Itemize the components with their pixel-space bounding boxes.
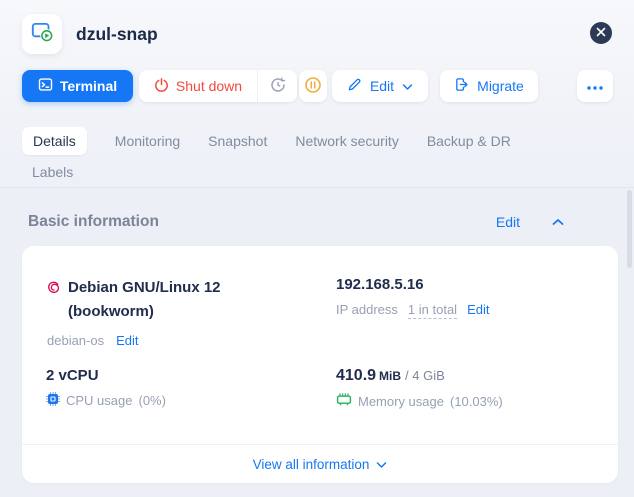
terminal-button-label: Terminal xyxy=(60,78,117,94)
os-image-id: debian-os xyxy=(47,333,104,348)
tab-monitoring[interactable]: Monitoring xyxy=(115,127,180,155)
ip-address-value: 192.168.5.16 xyxy=(336,276,489,293)
close-icon xyxy=(596,24,606,42)
restore-icon xyxy=(270,77,286,96)
ip-address-label: IP address xyxy=(336,302,398,317)
more-actions-button[interactable] xyxy=(577,70,613,102)
os-name-line2: (bookworm) xyxy=(68,300,221,324)
tab-row-1: Details Monitoring Snapshot Network secu… xyxy=(22,127,612,155)
tab-network-security[interactable]: Network security xyxy=(295,127,398,155)
chevron-up-icon xyxy=(552,213,564,231)
cpu-info: 2 vCPU CPU usage (0%) xyxy=(46,367,166,409)
memory-value: 410.9 MiB / 4 GiB xyxy=(336,367,503,385)
pencil-icon xyxy=(347,77,362,95)
ip-info: 192.168.5.16 IP address 1 in total Edit xyxy=(336,276,489,319)
pause-circle-icon xyxy=(304,76,322,97)
shutdown-button[interactable]: Shut down xyxy=(139,70,257,102)
memory-total: / 4 GiB xyxy=(405,368,445,383)
power-icon xyxy=(154,77,169,95)
page-title: dzul-snap xyxy=(76,24,158,45)
basic-information-card: Debian GNU/Linux 12 (bookworm) debian-os… xyxy=(22,246,618,483)
suspend-button[interactable] xyxy=(299,70,327,102)
vm-display-play-icon xyxy=(29,19,55,50)
ip-edit-link[interactable]: Edit xyxy=(467,302,489,317)
tab-row-2: Labels xyxy=(22,158,612,186)
cpu-usage-percent: (0%) xyxy=(138,393,165,408)
terminal-button[interactable]: Terminal xyxy=(22,70,133,102)
restore-button[interactable] xyxy=(258,70,297,102)
tab-bar: Details Monitoring Snapshot Network secu… xyxy=(22,127,612,189)
edit-dropdown-button[interactable]: Edit xyxy=(332,70,428,102)
memory-used: 410.9 xyxy=(336,367,376,385)
close-button[interactable] xyxy=(590,22,612,44)
chevron-down-icon xyxy=(402,78,413,94)
toolbar: Terminal Shut down xyxy=(0,70,634,102)
memory-used-unit: MiB xyxy=(379,369,401,383)
cpu-value: 2 vCPU xyxy=(46,367,166,384)
os-name: Debian GNU/Linux 12 (bookworm) xyxy=(68,276,221,324)
tab-backup-dr[interactable]: Backup & DR xyxy=(427,127,511,155)
view-all-information-button[interactable]: View all information xyxy=(22,445,618,483)
basic-information-header: Basic information Edit xyxy=(28,210,590,234)
edit-button-label: Edit xyxy=(370,78,394,94)
ellipsis-icon xyxy=(586,78,604,94)
ip-total-hint[interactable]: 1 in total xyxy=(408,302,457,319)
power-button-group: Shut down xyxy=(139,70,297,102)
chevron-down-icon xyxy=(376,457,387,472)
scrollbar-thumb[interactable] xyxy=(627,190,632,268)
export-arrow-icon xyxy=(454,77,469,95)
os-edit-link[interactable]: Edit xyxy=(116,333,138,348)
shutdown-button-label: Shut down xyxy=(176,78,242,94)
tab-details[interactable]: Details xyxy=(22,127,87,155)
os-info: Debian GNU/Linux 12 (bookworm) debian-os… xyxy=(46,276,316,348)
debian-swirl-icon xyxy=(46,280,61,324)
panel-header: dzul-snap Terminal xyxy=(0,0,634,188)
memory-usage-percent: (10.03%) xyxy=(450,394,503,409)
tab-snapshot[interactable]: Snapshot xyxy=(208,127,267,155)
memory-info: 410.9 MiB / 4 GiB Memory usage (10.03%) xyxy=(336,367,503,410)
view-all-label: View all information xyxy=(253,457,370,472)
migrate-button[interactable]: Migrate xyxy=(440,70,538,102)
vm-avatar xyxy=(22,14,62,54)
tab-labels[interactable]: Labels xyxy=(32,158,73,186)
os-name-line1: Debian GNU/Linux 12 xyxy=(68,276,221,300)
collapse-section-button[interactable] xyxy=(552,213,564,231)
section-title: Basic information xyxy=(28,213,496,231)
migrate-button-label: Migrate xyxy=(477,78,524,94)
ram-icon xyxy=(336,393,352,410)
cpu-usage-label: CPU usage xyxy=(66,393,132,408)
chip-icon xyxy=(46,392,60,409)
basic-info-edit-link[interactable]: Edit xyxy=(496,214,520,230)
terminal-prompt-icon xyxy=(38,77,53,95)
memory-usage-label: Memory usage xyxy=(358,394,444,409)
vm-details-panel: dzul-snap Terminal xyxy=(0,0,634,497)
